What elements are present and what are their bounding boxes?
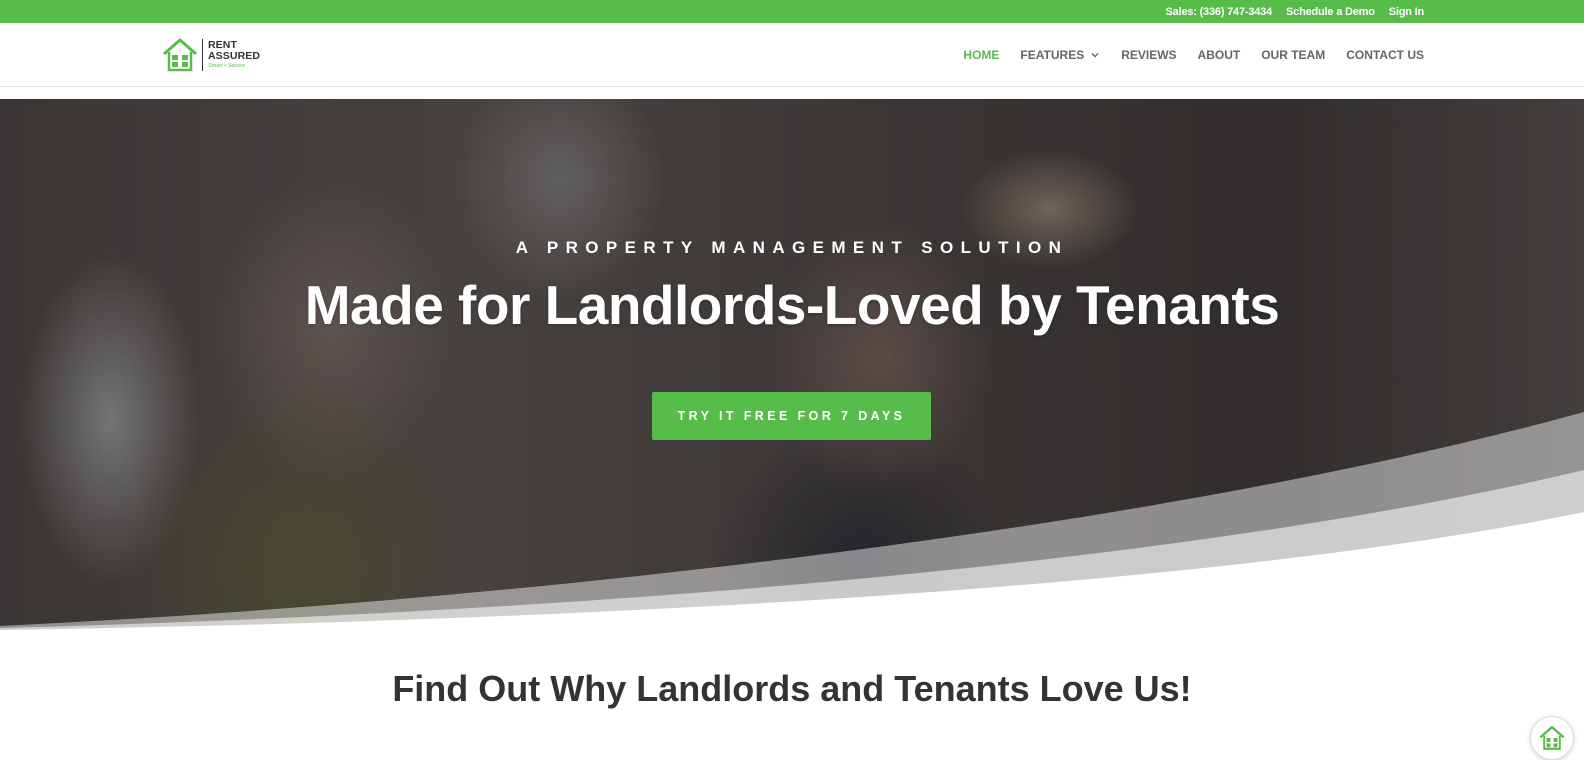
hero-section <box>0 99 1584 632</box>
logo-tagline: Smart • Secure <box>208 63 246 69</box>
free-trial-button[interactable]: TRY IT FREE FOR 7 DAYS <box>652 392 931 440</box>
schedule-demo-link[interactable]: Schedule a Demo <box>1286 6 1375 18</box>
hero-headline: Made for Landlords-Loved by Tenants <box>304 274 1280 336</box>
nav-contact-us[interactable]: CONTACT US <box>1346 48 1424 62</box>
house-icon <box>163 38 197 72</box>
nav-home-label: HOME <box>963 48 1000 62</box>
chat-widget-button[interactable] <box>1530 716 1574 760</box>
logo-text: RENT ASSURED Smart • Secure <box>208 40 260 70</box>
nav-our-team[interactable]: OUR TEAM <box>1261 48 1325 62</box>
nav-features-label: FEATURES <box>1020 48 1085 62</box>
nav-contact-us-label: CONTACT US <box>1346 48 1424 62</box>
nav-about-label: ABOUT <box>1197 48 1241 62</box>
logo-line-2: ASSURED <box>208 50 261 62</box>
nav-our-team-label: OUR TEAM <box>1261 48 1326 62</box>
chevron-down-icon <box>1091 53 1099 58</box>
hero-eyebrow: A PROPERTY MANAGEMENT SOLUTION <box>515 238 1069 257</box>
top-bar: Sales: (336) 747-3434 Schedule a Demo Si… <box>0 0 1584 23</box>
main-nav: HOME FEATURES REVIEWS ABOUT OUR TEAM CON… <box>963 23 1424 87</box>
logo[interactable]: RENT ASSURED Smart • Secure <box>162 37 267 73</box>
hero-curve-divider <box>0 412 1584 632</box>
house-chat-icon <box>1539 725 1565 750</box>
section-title: Find Out Why Landlords and Tenants Love … <box>392 668 1192 709</box>
sign-in-link[interactable]: Sign In <box>1389 6 1424 18</box>
nav-about[interactable]: ABOUT <box>1198 48 1241 62</box>
nav-features[interactable]: FEATURES <box>1020 48 1100 62</box>
site-header: RENT ASSURED Smart • Secure HOME FEATURE… <box>0 23 1584 87</box>
logo-divider <box>202 39 203 71</box>
nav-reviews[interactable]: REVIEWS <box>1121 48 1176 62</box>
nav-reviews-label: REVIEWS <box>1121 48 1177 62</box>
sales-phone-link[interactable]: Sales: (336) 747-3434 <box>1166 6 1273 18</box>
nav-home[interactable]: HOME <box>963 48 999 62</box>
